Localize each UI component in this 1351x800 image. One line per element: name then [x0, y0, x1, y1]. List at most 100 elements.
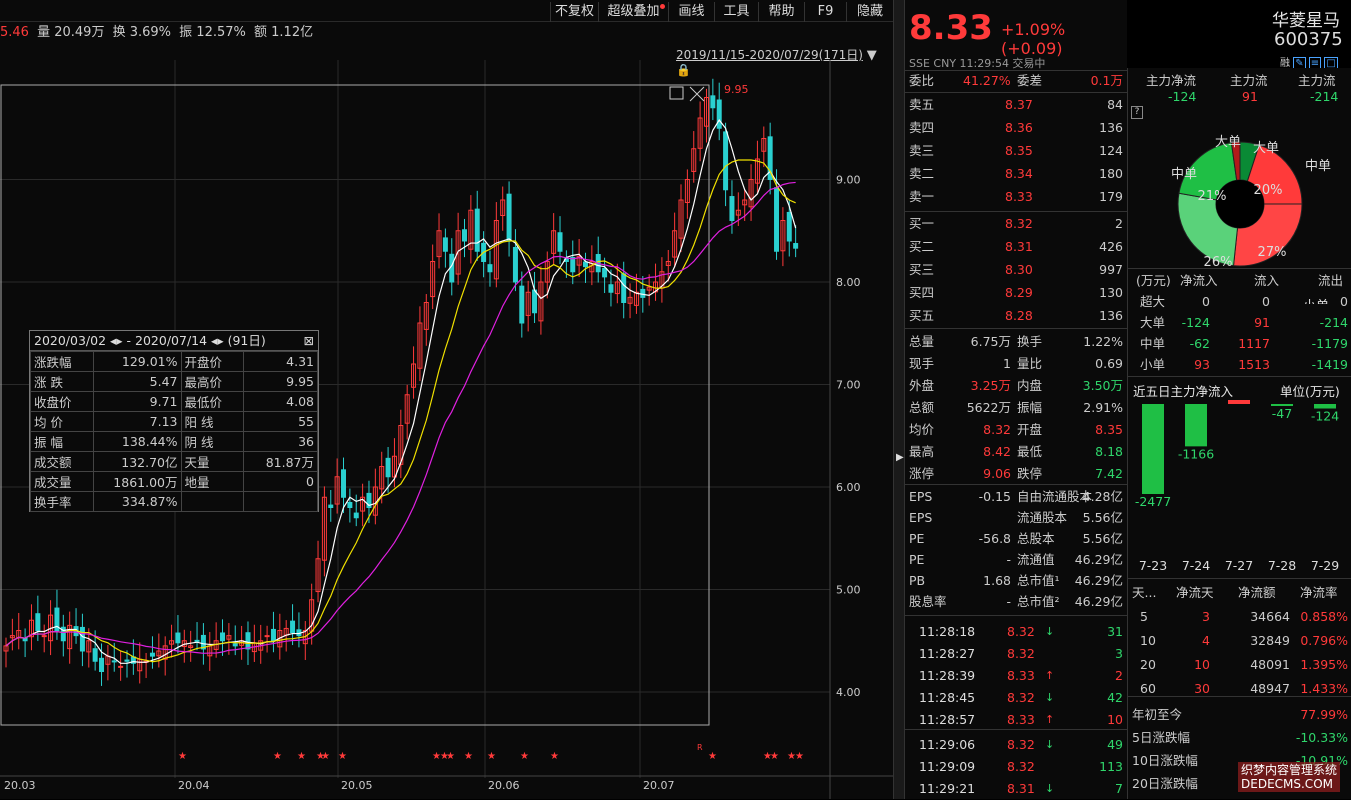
hide-button[interactable]: 隐藏	[846, 2, 893, 22]
ask-price: 8.36	[1005, 120, 1033, 135]
event-star-icon[interactable]: ★	[338, 751, 347, 762]
interval-row: 涨跌幅 129.01% 开盘价 4.31	[30, 351, 318, 372]
candle-body	[512, 246, 518, 283]
period-row: 5 3 34664 0.858%	[1128, 606, 1351, 627]
stat-label: 涨停	[909, 466, 935, 481]
event-star-icon[interactable]: ★	[446, 751, 455, 762]
five-day-unit: 单位(万元)	[1280, 384, 1340, 399]
panel-collapse-handle[interactable]: ▶	[893, 0, 905, 799]
period-net-days: 10	[1194, 657, 1210, 672]
event-star-icon[interactable]: ★	[520, 751, 529, 762]
candle-body	[111, 660, 117, 663]
candle-body	[232, 643, 238, 647]
flow-row-label: 中单	[1140, 336, 1166, 351]
tick-row: 11:28:27 8.32 3	[905, 643, 1127, 665]
flow-in: 0	[1262, 294, 1270, 309]
event-star-icon[interactable]: ★	[464, 751, 473, 762]
event-star-icon[interactable]: ★	[321, 751, 330, 762]
down-arrow-icon: ↓	[1045, 738, 1055, 751]
tools-button[interactable]: 工具	[714, 2, 758, 22]
period-net-amount: 32849	[1250, 633, 1290, 648]
fund-label2: 自由流通股本	[1017, 489, 1093, 504]
stat-amount: 额 1.12亿	[254, 25, 314, 40]
flow-table-row: 大单 -124 91 -214	[1128, 312, 1351, 333]
tick-row: 11:29:09 8.32 113	[905, 756, 1127, 778]
price-change: +1.09% (+0.09)	[1001, 20, 1066, 58]
candle-body	[710, 95, 716, 109]
five-day-title: 近五日主力净流入	[1133, 384, 1234, 399]
fund-value: -	[1006, 552, 1011, 567]
interval-cell: 334.87%	[92, 491, 182, 512]
x-tick-label: 20.07	[643, 779, 675, 792]
interval-cell: 5.47	[92, 371, 182, 392]
perf-row: 年初至今 77.99%	[1128, 704, 1351, 725]
close-x-icon[interactable]	[689, 86, 705, 102]
event-star-icon[interactable]: ★	[273, 751, 282, 762]
interval-cell: 天量	[180, 451, 244, 472]
tick-volume: 2	[1115, 668, 1123, 683]
close-icon[interactable]: ⊠	[304, 331, 314, 351]
period-col-head: 净流率	[1300, 585, 1338, 600]
flow-out: -1419	[1311, 357, 1348, 372]
tick-row: 11:29:06 8.32 ↓ 49	[905, 734, 1127, 756]
tag-icons[interactable]: 融 ✎ ≡ □	[1280, 54, 1338, 70]
ask-volume: 180	[1099, 166, 1123, 181]
fund-value: -	[1006, 594, 1011, 609]
period-col-head: 净流额	[1238, 585, 1276, 600]
super-overlay-button[interactable]: 超级叠加	[598, 2, 668, 22]
expand-arrow-icon[interactable]: ▶	[896, 452, 904, 463]
period-days: 20	[1140, 657, 1156, 672]
tick-time: 11:29:09	[919, 759, 976, 774]
event-star-icon[interactable]: ★	[770, 751, 779, 762]
interval-row: 成交额 132.70亿 天量 81.87万	[30, 451, 318, 472]
bid-row: 买五 8.28 136	[905, 305, 1127, 327]
fund-value: 1.68	[983, 573, 1011, 588]
event-star-icon[interactable]: ★	[487, 751, 496, 762]
period-row: 10 4 32849 0.796%	[1128, 630, 1351, 651]
tick-volume: 113	[1099, 759, 1123, 774]
f9-button[interactable]: F9	[804, 2, 846, 22]
last-price: 8.33	[909, 8, 993, 48]
chart-panel[interactable]: 不复权 超级叠加 画线 工具 帮助 F9 隐藏 5.46 量 20.49万 换 …	[0, 0, 893, 799]
five-day-value: -1166	[1178, 446, 1214, 461]
stat-label: 换手	[1017, 334, 1043, 349]
tick-volume: 7	[1115, 781, 1123, 796]
event-star-icon[interactable]: ★	[297, 751, 306, 762]
interval-cell: 81.87万	[243, 451, 318, 472]
snapshot-icon[interactable]	[669, 86, 684, 100]
five-day-date: 7-29	[1311, 558, 1339, 573]
draw-line-button[interactable]: 画线	[668, 2, 714, 22]
period-col-head: 天...	[1132, 585, 1157, 600]
bid-label: 买一	[909, 216, 935, 231]
interval-cell: 振 幅	[30, 431, 94, 452]
candle-body	[41, 635, 47, 638]
y-tick-label: 9.00	[836, 174, 861, 187]
flow-col-head: (万元)	[1136, 273, 1171, 288]
bid-volume: 2	[1115, 216, 1123, 231]
stat-label: 均价	[909, 422, 935, 437]
stat-row: 现手 1 量比 0.69	[905, 353, 1127, 375]
perf-row: 5日涨跌幅 -10.33%	[1128, 727, 1351, 748]
notification-dot-icon	[660, 4, 665, 9]
fund-label: EPS	[909, 510, 933, 525]
no-restore-button[interactable]: 不复权	[550, 2, 598, 22]
fund-label2: 流通值	[1017, 552, 1055, 567]
bid-price: 8.30	[1005, 262, 1033, 277]
five-day-value: -124	[1311, 409, 1339, 424]
help-button[interactable]: 帮助	[758, 2, 804, 22]
event-star-icon[interactable]: ★	[550, 751, 559, 762]
flow-in: 1513	[1238, 357, 1270, 372]
pie-label-large-out: 大单	[1253, 141, 1279, 156]
event-star-icon[interactable]: ★	[178, 751, 187, 762]
candle-body	[621, 273, 627, 303]
pie-pct-20: 20%	[1254, 183, 1283, 198]
event-star-icon[interactable]: ★	[708, 751, 717, 762]
interval-cell: 成交量	[30, 471, 94, 492]
event-star-icon[interactable]: ★	[795, 751, 804, 762]
flow-out: -214	[1319, 315, 1348, 330]
bid-row: 买三 8.30 997	[905, 259, 1127, 281]
flow-in: 91	[1254, 315, 1270, 330]
candle-body	[328, 504, 334, 508]
ask-label: 卖五	[909, 97, 935, 112]
bid-row: 买四 8.29 130	[905, 282, 1127, 304]
